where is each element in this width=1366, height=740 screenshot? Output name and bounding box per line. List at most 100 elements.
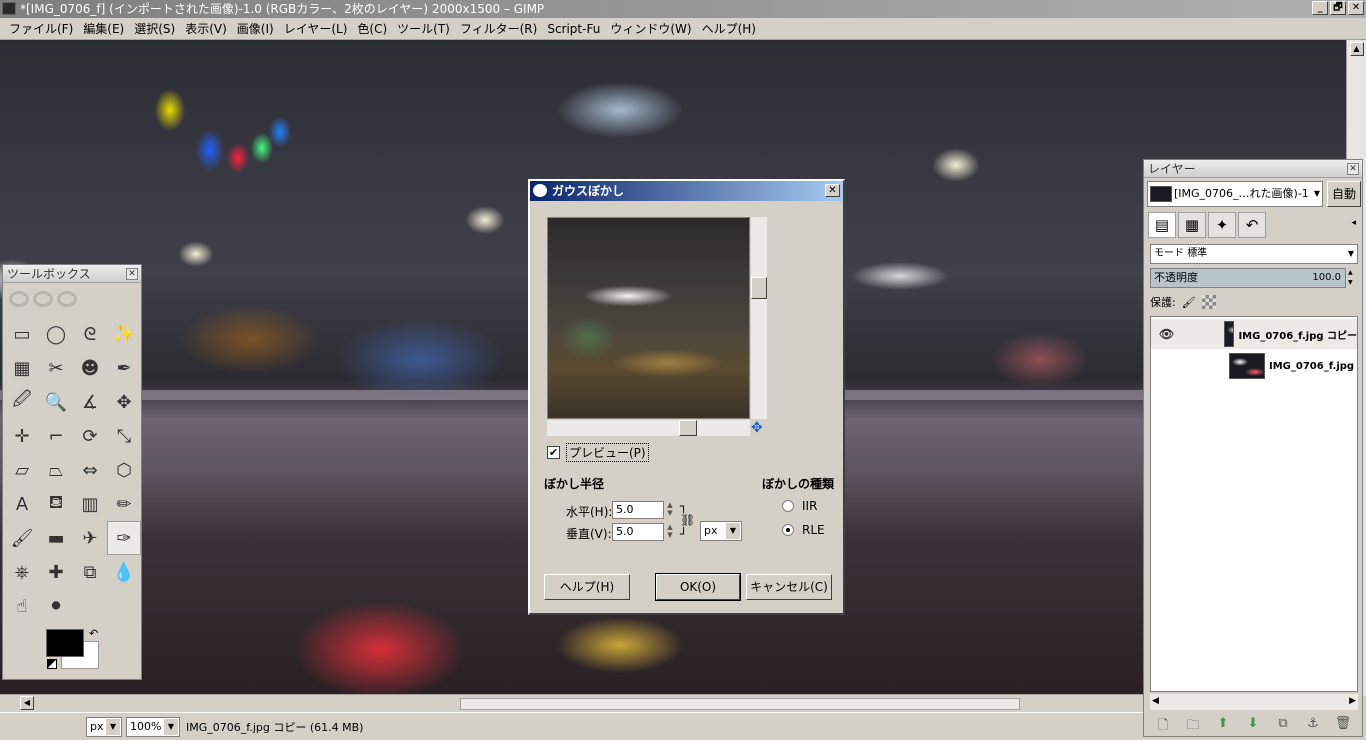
flip-icon[interactable]: ⇔	[73, 453, 107, 487]
rle-radio[interactable]	[782, 524, 794, 536]
close-icon[interactable]: ✕	[1347, 163, 1359, 175]
menu-item[interactable]: 色(C)	[352, 20, 392, 37]
undo-tab-icon[interactable]: ↶	[1238, 212, 1266, 238]
menu-item[interactable]: 画像(I)	[232, 20, 279, 37]
method-option-rle[interactable]: RLE	[782, 523, 825, 537]
blur-unit-select[interactable]: px ▼	[700, 521, 742, 541]
delete-layer-icon[interactable]: 🗑	[1334, 716, 1352, 738]
unit-select[interactable]: px ▼	[86, 716, 122, 737]
visibility-eye-icon[interactable]: 👁	[1159, 327, 1174, 341]
raise-layer-icon[interactable]: ⬆	[1214, 716, 1232, 738]
menu-item[interactable]: 表示(V)	[180, 20, 232, 37]
dodge-burn-icon[interactable]: ⚫	[39, 589, 73, 623]
preview-image[interactable]	[547, 217, 750, 419]
menu-item[interactable]: 編集(E)	[78, 20, 129, 37]
blend-icon[interactable]: ▥	[73, 487, 107, 521]
ellipse-select-icon[interactable]: ◯	[39, 317, 73, 351]
menu-item[interactable]: フィルター(R)	[455, 20, 542, 37]
menu-item[interactable]: ヘルプ(H)	[697, 20, 761, 37]
opacity-slider[interactable]: 不透明度 100.0	[1150, 268, 1346, 288]
paths-icon[interactable]: ✒	[107, 351, 141, 385]
new-layer-icon[interactable]: 🗋	[1154, 716, 1172, 738]
channels-tab-icon[interactable]: ▦	[1178, 212, 1206, 238]
scale-icon[interactable]: ⤡	[107, 419, 141, 453]
crop-icon[interactable]: ⌐	[39, 419, 73, 453]
foreground-color[interactable]	[46, 629, 84, 657]
free-select-icon[interactable]: ᘓ	[73, 317, 107, 351]
anchor-layer-icon[interactable]: ⚓	[1304, 716, 1322, 738]
lock-alpha-icon[interactable]	[1201, 295, 1216, 309]
scroll-right-arrow-icon[interactable]: ▶	[1349, 696, 1356, 706]
paintbrush-icon[interactable]: 🖌	[5, 521, 39, 555]
menu-item[interactable]: レイヤー(L)	[279, 20, 353, 37]
scrollbar-thumb[interactable]	[751, 277, 767, 299]
pencil-icon[interactable]: ✏	[107, 487, 141, 521]
smudge-icon[interactable]: ☝	[5, 589, 39, 623]
color-select-icon[interactable]: ▦	[5, 351, 39, 385]
rect-select-icon[interactable]: ▭	[5, 317, 39, 351]
menu-item[interactable]: ツール(T)	[392, 20, 455, 37]
new-group-icon[interactable]: 🗀	[1184, 716, 1202, 738]
lower-layer-icon[interactable]: ⬇	[1244, 716, 1262, 738]
perspective-icon[interactable]: ⏢	[39, 453, 73, 487]
scrollbar-thumb[interactable]	[460, 698, 1020, 710]
duplicate-layer-icon[interactable]: ⧉	[1274, 716, 1292, 738]
airbrush-icon[interactable]: ✈	[73, 521, 107, 555]
image-select[interactable]: [IMG_0706_…れた画像)-1 ▼	[1147, 181, 1323, 207]
layer-row[interactable]: IMG_0706_f.jpg	[1151, 351, 1357, 381]
scroll-up-arrow-icon[interactable]: ▲	[1349, 42, 1364, 56]
scroll-left-arrow-icon[interactable]: ◀	[20, 696, 34, 710]
paths-tab-icon[interactable]: ✦	[1208, 212, 1236, 238]
preview-vertical-scrollbar[interactable]	[751, 217, 767, 419]
layer-list-scrollbar[interactable]: ◀ ▶	[1150, 694, 1358, 710]
bucket-fill-icon[interactable]: ⛾	[39, 487, 73, 521]
color-picker-icon[interactable]: 🖉	[5, 385, 39, 419]
menu-item[interactable]: ウィンドウ(W)	[605, 20, 696, 37]
scroll-left-arrow-icon[interactable]: ◀	[1152, 696, 1159, 706]
text-icon[interactable]: A	[5, 487, 39, 521]
preview-checkbox[interactable]: ✔	[547, 446, 560, 459]
default-colors-icon[interactable]	[47, 659, 57, 669]
horizontal-spin-buttons[interactable]: ▲ ▼	[664, 501, 676, 519]
zoom-select[interactable]: 100% ▼	[126, 716, 180, 737]
clone-icon[interactable]: ⎈	[5, 555, 39, 589]
preview-toggle[interactable]: ✔ プレビュー(P)	[547, 443, 649, 462]
swap-colors-icon[interactable]: ↶	[89, 627, 98, 640]
scissors-icon[interactable]: ✂	[39, 351, 73, 385]
rotate-icon[interactable]: ⟳	[73, 419, 107, 453]
mode-select[interactable]: モード 標準 ▼	[1150, 244, 1358, 264]
perspective-clone-icon[interactable]: ⧉	[73, 555, 107, 589]
menu-item[interactable]: ファイル(F)	[4, 20, 78, 37]
vertical-spin-buttons[interactable]: ▲ ▼	[664, 523, 676, 541]
auto-button[interactable]: 自動	[1327, 181, 1361, 207]
method-option-iir[interactable]: IIR	[782, 499, 817, 513]
lock-pixels-icon[interactable]: 🖌	[1182, 296, 1196, 309]
heal-icon[interactable]: ✚	[39, 555, 73, 589]
shear-icon[interactable]: ▱	[5, 453, 39, 487]
tab-menu-icon[interactable]: ◂	[1351, 218, 1356, 228]
ok-button[interactable]: OK(O)	[655, 573, 741, 601]
align-icon[interactable]: ✛	[5, 419, 39, 453]
layer-row[interactable]: 👁 IMG_0706_f.jpg コピー	[1151, 319, 1357, 349]
minimize-button[interactable]: _	[1312, 1, 1328, 15]
help-button[interactable]: ヘルプ(H)	[544, 574, 630, 600]
eraser-icon[interactable]: ▬	[39, 521, 73, 555]
close-button[interactable]: ✕	[1348, 1, 1364, 15]
maximize-button[interactable]: 🗗	[1330, 1, 1346, 15]
move-icon[interactable]: ✥	[107, 385, 141, 419]
chain-link-icon[interactable]: ┐ ⛓ ┘	[680, 499, 695, 541]
measure-icon[interactable]: ∡	[73, 385, 107, 419]
horizontal-radius-input[interactable]: 5.0	[612, 501, 664, 519]
close-icon[interactable]: ✕	[825, 184, 840, 197]
opacity-spin-buttons[interactable]: ▲ ▼	[1348, 268, 1358, 288]
canvas-horizontal-scrollbar[interactable]: ◀	[0, 694, 1146, 712]
cancel-button[interactable]: キャンセル(C)	[746, 574, 832, 600]
iir-radio[interactable]	[782, 500, 794, 512]
ink-icon[interactable]: ✑	[107, 521, 141, 555]
close-icon[interactable]: ✕	[126, 268, 138, 280]
blur-icon[interactable]: 💧	[107, 555, 141, 589]
zoom-icon[interactable]: 🔍	[39, 385, 73, 419]
menu-item[interactable]: Script-Fu	[542, 22, 605, 36]
preview-horizontal-scrollbar[interactable]	[547, 420, 750, 436]
menu-item[interactable]: 選択(S)	[129, 20, 180, 37]
